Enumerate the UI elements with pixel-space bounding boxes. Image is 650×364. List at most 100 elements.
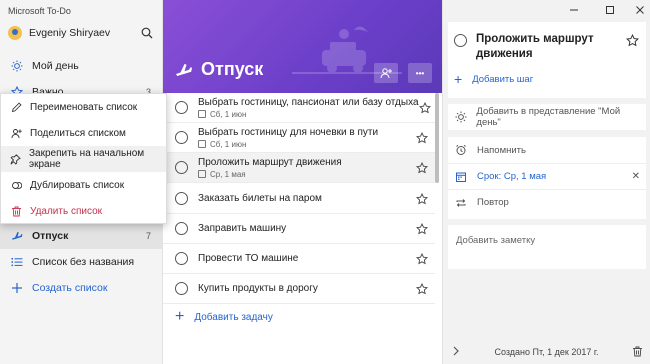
search-icon[interactable] bbox=[139, 25, 155, 41]
task-list-scrollbar[interactable] bbox=[435, 93, 439, 183]
star-icon[interactable] bbox=[418, 101, 431, 115]
create-list-button[interactable]: Создать список bbox=[0, 275, 163, 301]
star-icon[interactable] bbox=[415, 131, 429, 145]
airplane-icon bbox=[176, 63, 192, 76]
task-list-pane: Отпуск ••• Выбрать гостиницу, пансионат … bbox=[163, 0, 442, 364]
close-icon[interactable] bbox=[633, 4, 647, 16]
complete-checkbox[interactable] bbox=[175, 101, 188, 114]
task-due-text: Сб, 1 июн bbox=[210, 139, 247, 149]
task-due-text: Ср, 1 мая bbox=[210, 169, 246, 179]
share-list-menu-item[interactable]: Поделиться списком bbox=[1, 120, 166, 146]
add-step-button[interactable]: + Добавить шаг bbox=[454, 72, 533, 86]
maximize-icon[interactable] bbox=[603, 4, 617, 16]
plus-icon: + bbox=[175, 308, 185, 325]
task-detail-pane: Проложить маршрут движения + Добавить ша… bbox=[442, 0, 650, 364]
calendar-icon bbox=[198, 110, 206, 118]
sun-icon bbox=[454, 110, 467, 124]
task-options-card: Напомнить Срок: Ср, 1 мая ✕ Повтор bbox=[448, 137, 646, 219]
task-due: Сб, 1 июн bbox=[198, 110, 419, 119]
task-row[interactable]: Заправить машину bbox=[163, 214, 435, 244]
list-icon bbox=[10, 255, 24, 269]
star-icon[interactable] bbox=[625, 33, 640, 48]
created-date-text: Создано Пт, 1 дек 2017 г. bbox=[494, 347, 599, 357]
delete-task-icon[interactable] bbox=[632, 346, 643, 359]
task-row[interactable]: Выбрать гостиницу, пансионат или базу от… bbox=[163, 93, 435, 123]
sidebar-item-label: Список без названия bbox=[32, 256, 135, 268]
add-task-button[interactable]: + Добавить задачу bbox=[175, 309, 273, 325]
more-options-button[interactable]: ••• bbox=[408, 63, 432, 83]
star-icon[interactable] bbox=[415, 192, 429, 206]
menu-item-label: Удалить список bbox=[30, 205, 103, 217]
duplicate-list-menu-item[interactable]: Дублировать список bbox=[1, 172, 166, 198]
sidebar-item-my-day[interactable]: Мой день bbox=[0, 53, 163, 79]
complete-checkbox[interactable] bbox=[175, 222, 188, 235]
add-to-my-day-button[interactable]: Добавить в представление "Мой день" bbox=[448, 104, 646, 130]
plus-icon bbox=[10, 281, 24, 295]
task-due-text: Сб, 1 июн bbox=[210, 109, 247, 119]
task-row[interactable]: Купить продукты в дорогу bbox=[163, 274, 435, 304]
add-note-field[interactable]: Добавить заметку bbox=[448, 225, 646, 269]
task-due: Сб, 1 июн bbox=[198, 140, 415, 149]
menu-item-label: Дублировать список bbox=[30, 179, 125, 191]
trash-icon bbox=[10, 205, 22, 217]
complete-checkbox[interactable] bbox=[175, 282, 188, 295]
complete-checkbox[interactable] bbox=[454, 34, 467, 47]
task-title: Купить продукты в дорогу bbox=[198, 283, 318, 294]
complete-checkbox[interactable] bbox=[175, 131, 188, 144]
repeat-icon bbox=[454, 196, 468, 210]
hide-detail-icon[interactable] bbox=[451, 346, 461, 358]
clear-due-date-icon[interactable]: ✕ bbox=[632, 171, 640, 182]
sidebar-item-vacation[interactable]: Отпуск 7 bbox=[0, 223, 163, 249]
task-title: Проложить маршрут движения bbox=[198, 156, 342, 168]
delete-list-menu-item[interactable]: Удалить список bbox=[1, 198, 166, 224]
sidebar-item-label: Мой день bbox=[32, 60, 79, 72]
repeat-button[interactable]: Повтор bbox=[448, 189, 646, 215]
complete-checkbox[interactable] bbox=[175, 161, 188, 174]
sidebar-item-untitled-list[interactable]: Список без названия bbox=[0, 249, 163, 275]
share-list-button[interactable] bbox=[374, 63, 398, 83]
due-date-label: Срок: Ср, 1 мая bbox=[477, 171, 547, 182]
calendar-icon bbox=[198, 140, 206, 148]
list-title: Отпуск bbox=[175, 59, 263, 80]
task-row[interactable]: Заказать билеты на паром bbox=[163, 184, 435, 214]
task-title: Провести ТО машине bbox=[198, 253, 299, 264]
add-person-icon bbox=[380, 68, 392, 79]
due-date-button[interactable]: Срок: Ср, 1 мая ✕ bbox=[448, 163, 646, 189]
task-detail-title[interactable]: Проложить маршрут движения bbox=[476, 32, 626, 62]
calendar-icon bbox=[454, 170, 468, 184]
airplane-icon bbox=[10, 229, 24, 243]
menu-item-label: Закрепить на начальном экране bbox=[29, 148, 145, 170]
remind-me-button[interactable]: Напомнить bbox=[448, 137, 646, 163]
star-icon[interactable] bbox=[415, 161, 429, 175]
add-task-label: Добавить задачу bbox=[194, 311, 273, 323]
add-to-my-day-card: Добавить в представление "Мой день" bbox=[448, 104, 646, 130]
menu-item-label: Переименовать список bbox=[30, 101, 138, 113]
complete-checkbox[interactable] bbox=[175, 192, 188, 205]
complete-checkbox[interactable] bbox=[175, 252, 188, 265]
avatar bbox=[8, 26, 22, 40]
minimize-icon[interactable] bbox=[567, 4, 581, 16]
task-row[interactable]: Выбрать гостиницу для ночевки в пути Сб,… bbox=[163, 123, 435, 153]
star-icon[interactable] bbox=[415, 222, 429, 236]
list-banner: Отпуск ••• bbox=[163, 0, 442, 93]
duplicate-icon bbox=[10, 179, 22, 191]
pin-icon bbox=[10, 153, 21, 165]
list-context-menu: Переименовать список Поделиться списком … bbox=[0, 93, 167, 224]
task-row[interactable]: Провести ТО машине bbox=[163, 244, 435, 274]
pin-to-start-menu-item[interactable]: Закрепить на начальном экране bbox=[1, 146, 166, 172]
detail-footer: Создано Пт, 1 дек 2017 г. bbox=[443, 340, 650, 364]
star-icon[interactable] bbox=[415, 252, 429, 266]
sidebar-item-count: 7 bbox=[145, 231, 151, 241]
star-icon[interactable] bbox=[415, 282, 429, 296]
task-title: Выбрать гостиницу, пансионат или базу от… bbox=[198, 96, 419, 108]
menu-item-label: Поделиться списком bbox=[30, 127, 126, 139]
add-step-label: Добавить шаг bbox=[472, 73, 534, 85]
rename-list-menu-item[interactable]: Переименовать список bbox=[1, 94, 166, 120]
user-row[interactable]: Evgeniy Shiryaev bbox=[0, 20, 163, 46]
user-name: Evgeniy Shiryaev bbox=[29, 27, 111, 39]
plus-icon: + bbox=[454, 71, 463, 87]
add-person-icon bbox=[10, 127, 22, 139]
task-row-selected[interactable]: Проложить маршрут движения Ср, 1 мая bbox=[163, 153, 435, 183]
calendar-icon bbox=[198, 170, 206, 178]
list-title-text: Отпуск bbox=[201, 59, 264, 79]
